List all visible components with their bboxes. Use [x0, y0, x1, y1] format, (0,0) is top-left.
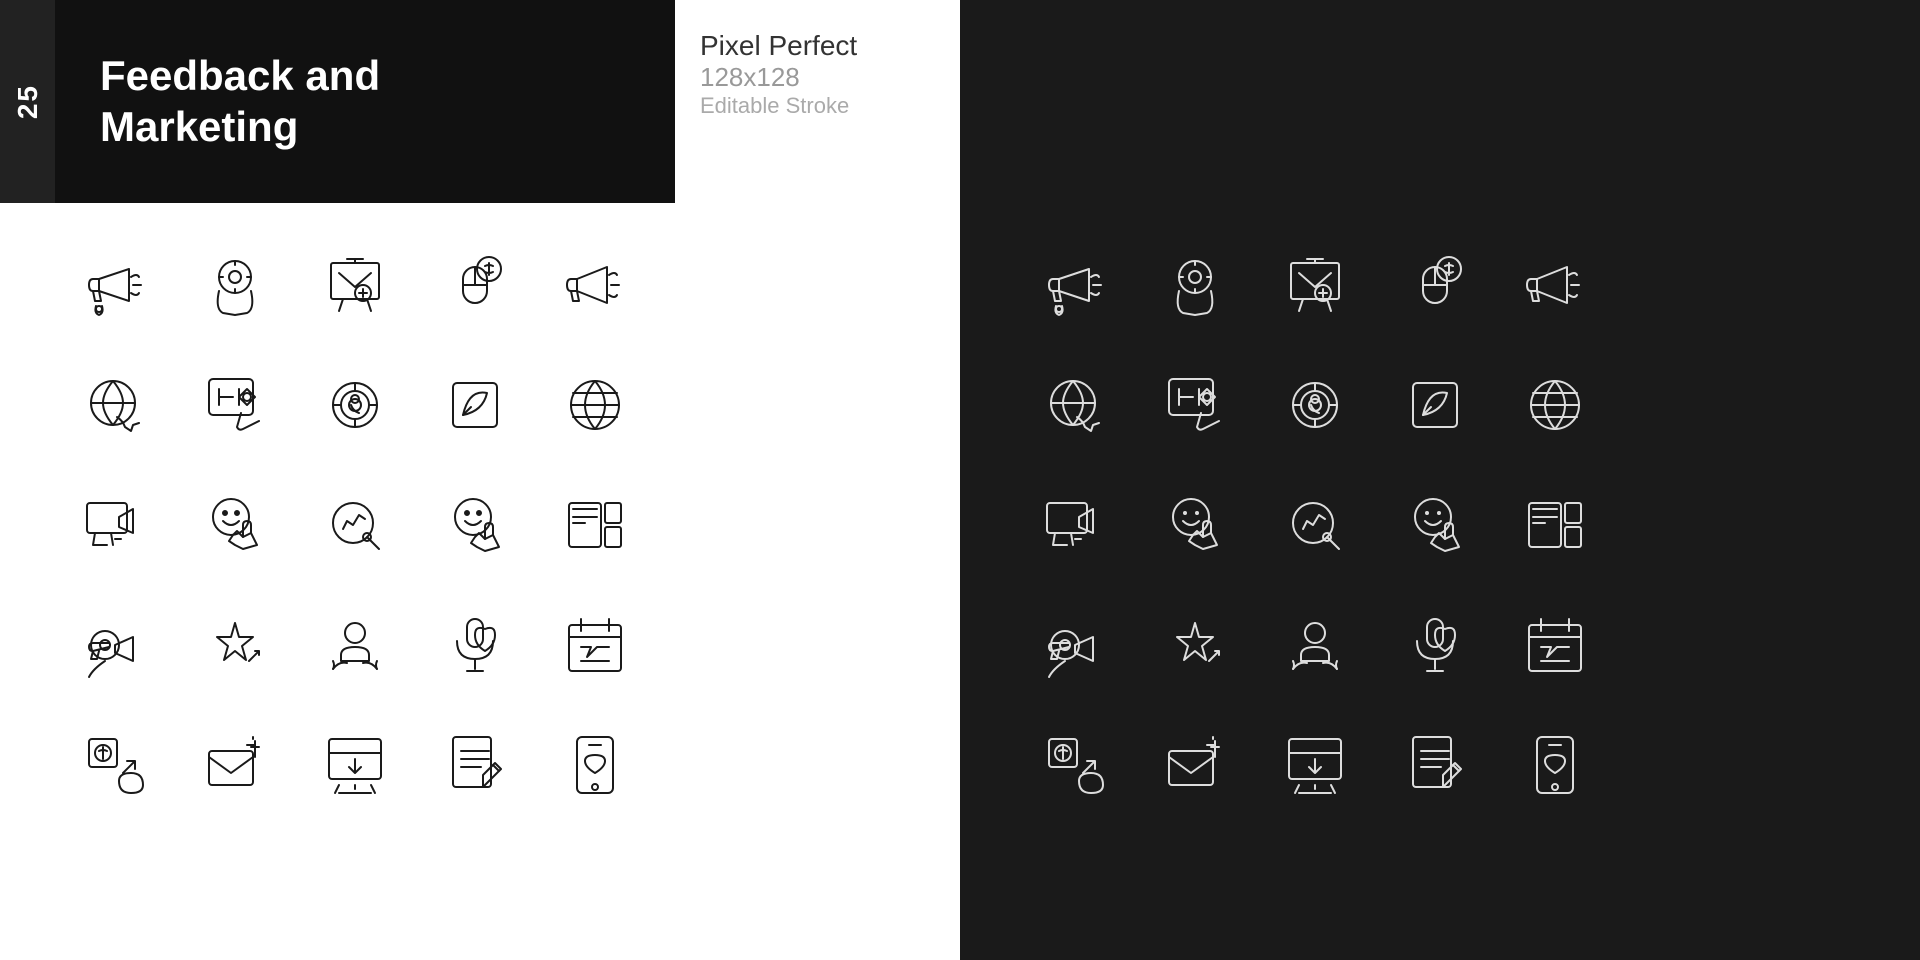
icon-target-crosshair: [300, 350, 410, 460]
icon-location-megaphone: [60, 590, 170, 700]
dark-icon-presentation-board: [1260, 230, 1370, 340]
icon-leaf-eco: [420, 350, 530, 460]
icon-phone-heart: [540, 710, 650, 820]
dark-icon-globe-www: [1020, 350, 1130, 460]
dark-icon-grid: [1020, 230, 1610, 820]
icon-presentation-board: [300, 230, 410, 340]
dark-icon-megaphone-leaf: [1020, 230, 1130, 340]
icon-presentation-download: [300, 710, 410, 820]
left-panel: 25 Feedback andMarketing Pixel Perfect 1…: [0, 0, 960, 960]
icon-chart-search: [300, 470, 410, 580]
dark-icon-dollar-chess: [1020, 710, 1130, 820]
pixel-perfect-label: Pixel Perfect: [700, 30, 857, 62]
dark-icon-presentation-download: [1260, 710, 1370, 820]
dark-icon-phone-heart: [1500, 710, 1610, 820]
light-icon-grid: [60, 230, 650, 820]
main-title: Feedback andMarketing: [100, 51, 380, 152]
dark-icon-calendar-marketing: [1500, 590, 1610, 700]
dark-icon-device-layout: [1500, 470, 1610, 580]
icon-emoji-click: [180, 470, 290, 580]
icon-globe-segments: [540, 350, 650, 460]
right-panel: [960, 0, 1920, 960]
icon-email-plug: [180, 710, 290, 820]
dark-icon-leaf-eco: [1380, 350, 1490, 460]
icon-megaphone-simple: [540, 230, 650, 340]
header-bar: 25 Feedback andMarketing: [0, 0, 675, 203]
icon-dollar-chess: [60, 710, 170, 820]
dark-icon-person-cycle: [1260, 590, 1370, 700]
icon-calendar-marketing: [540, 590, 650, 700]
icon-mic-heart: [420, 590, 530, 700]
side-label: 25: [0, 0, 55, 203]
icon-megaphone-leaf: [60, 230, 170, 340]
dark-icon-chart-search: [1260, 470, 1370, 580]
dark-icon-location-megaphone: [1020, 590, 1130, 700]
dark-icon-mic-heart: [1380, 590, 1490, 700]
icon-device-layout: [540, 470, 650, 580]
icon-monitor-megaphone: [60, 470, 170, 580]
icon-star-growth: [180, 590, 290, 700]
icon-mouse-dollar: [420, 230, 530, 340]
icon-search-question: [180, 350, 290, 460]
icon-text-document: [420, 710, 530, 820]
dark-icon-text-document: [1380, 710, 1490, 820]
dimensions-label: 128x128: [700, 62, 857, 93]
dark-icon-star-growth: [1140, 590, 1250, 700]
dark-icon-megaphone-simple: [1500, 230, 1610, 340]
side-label-text: 25: [12, 84, 44, 119]
dark-icon-search-question: [1140, 350, 1250, 460]
pixel-info: Pixel Perfect 128x128 Editable Stroke: [700, 30, 857, 119]
icon-head-target: [180, 230, 290, 340]
icon-emoji-click2: [420, 470, 530, 580]
dark-icon-target-crosshair: [1260, 350, 1370, 460]
dark-icon-monitor-megaphone: [1020, 470, 1130, 580]
dark-icon-emoji-click2: [1380, 470, 1490, 580]
dark-icon-globe-segments: [1500, 350, 1610, 460]
dark-icon-emoji-click: [1140, 470, 1250, 580]
editable-label: Editable Stroke: [700, 93, 857, 119]
dark-icon-head-target: [1140, 230, 1250, 340]
dark-icon-email-plug: [1140, 710, 1250, 820]
icon-person-cycle: [300, 590, 410, 700]
icon-globe-www: [60, 350, 170, 460]
dark-icon-mouse-dollar: [1380, 230, 1490, 340]
